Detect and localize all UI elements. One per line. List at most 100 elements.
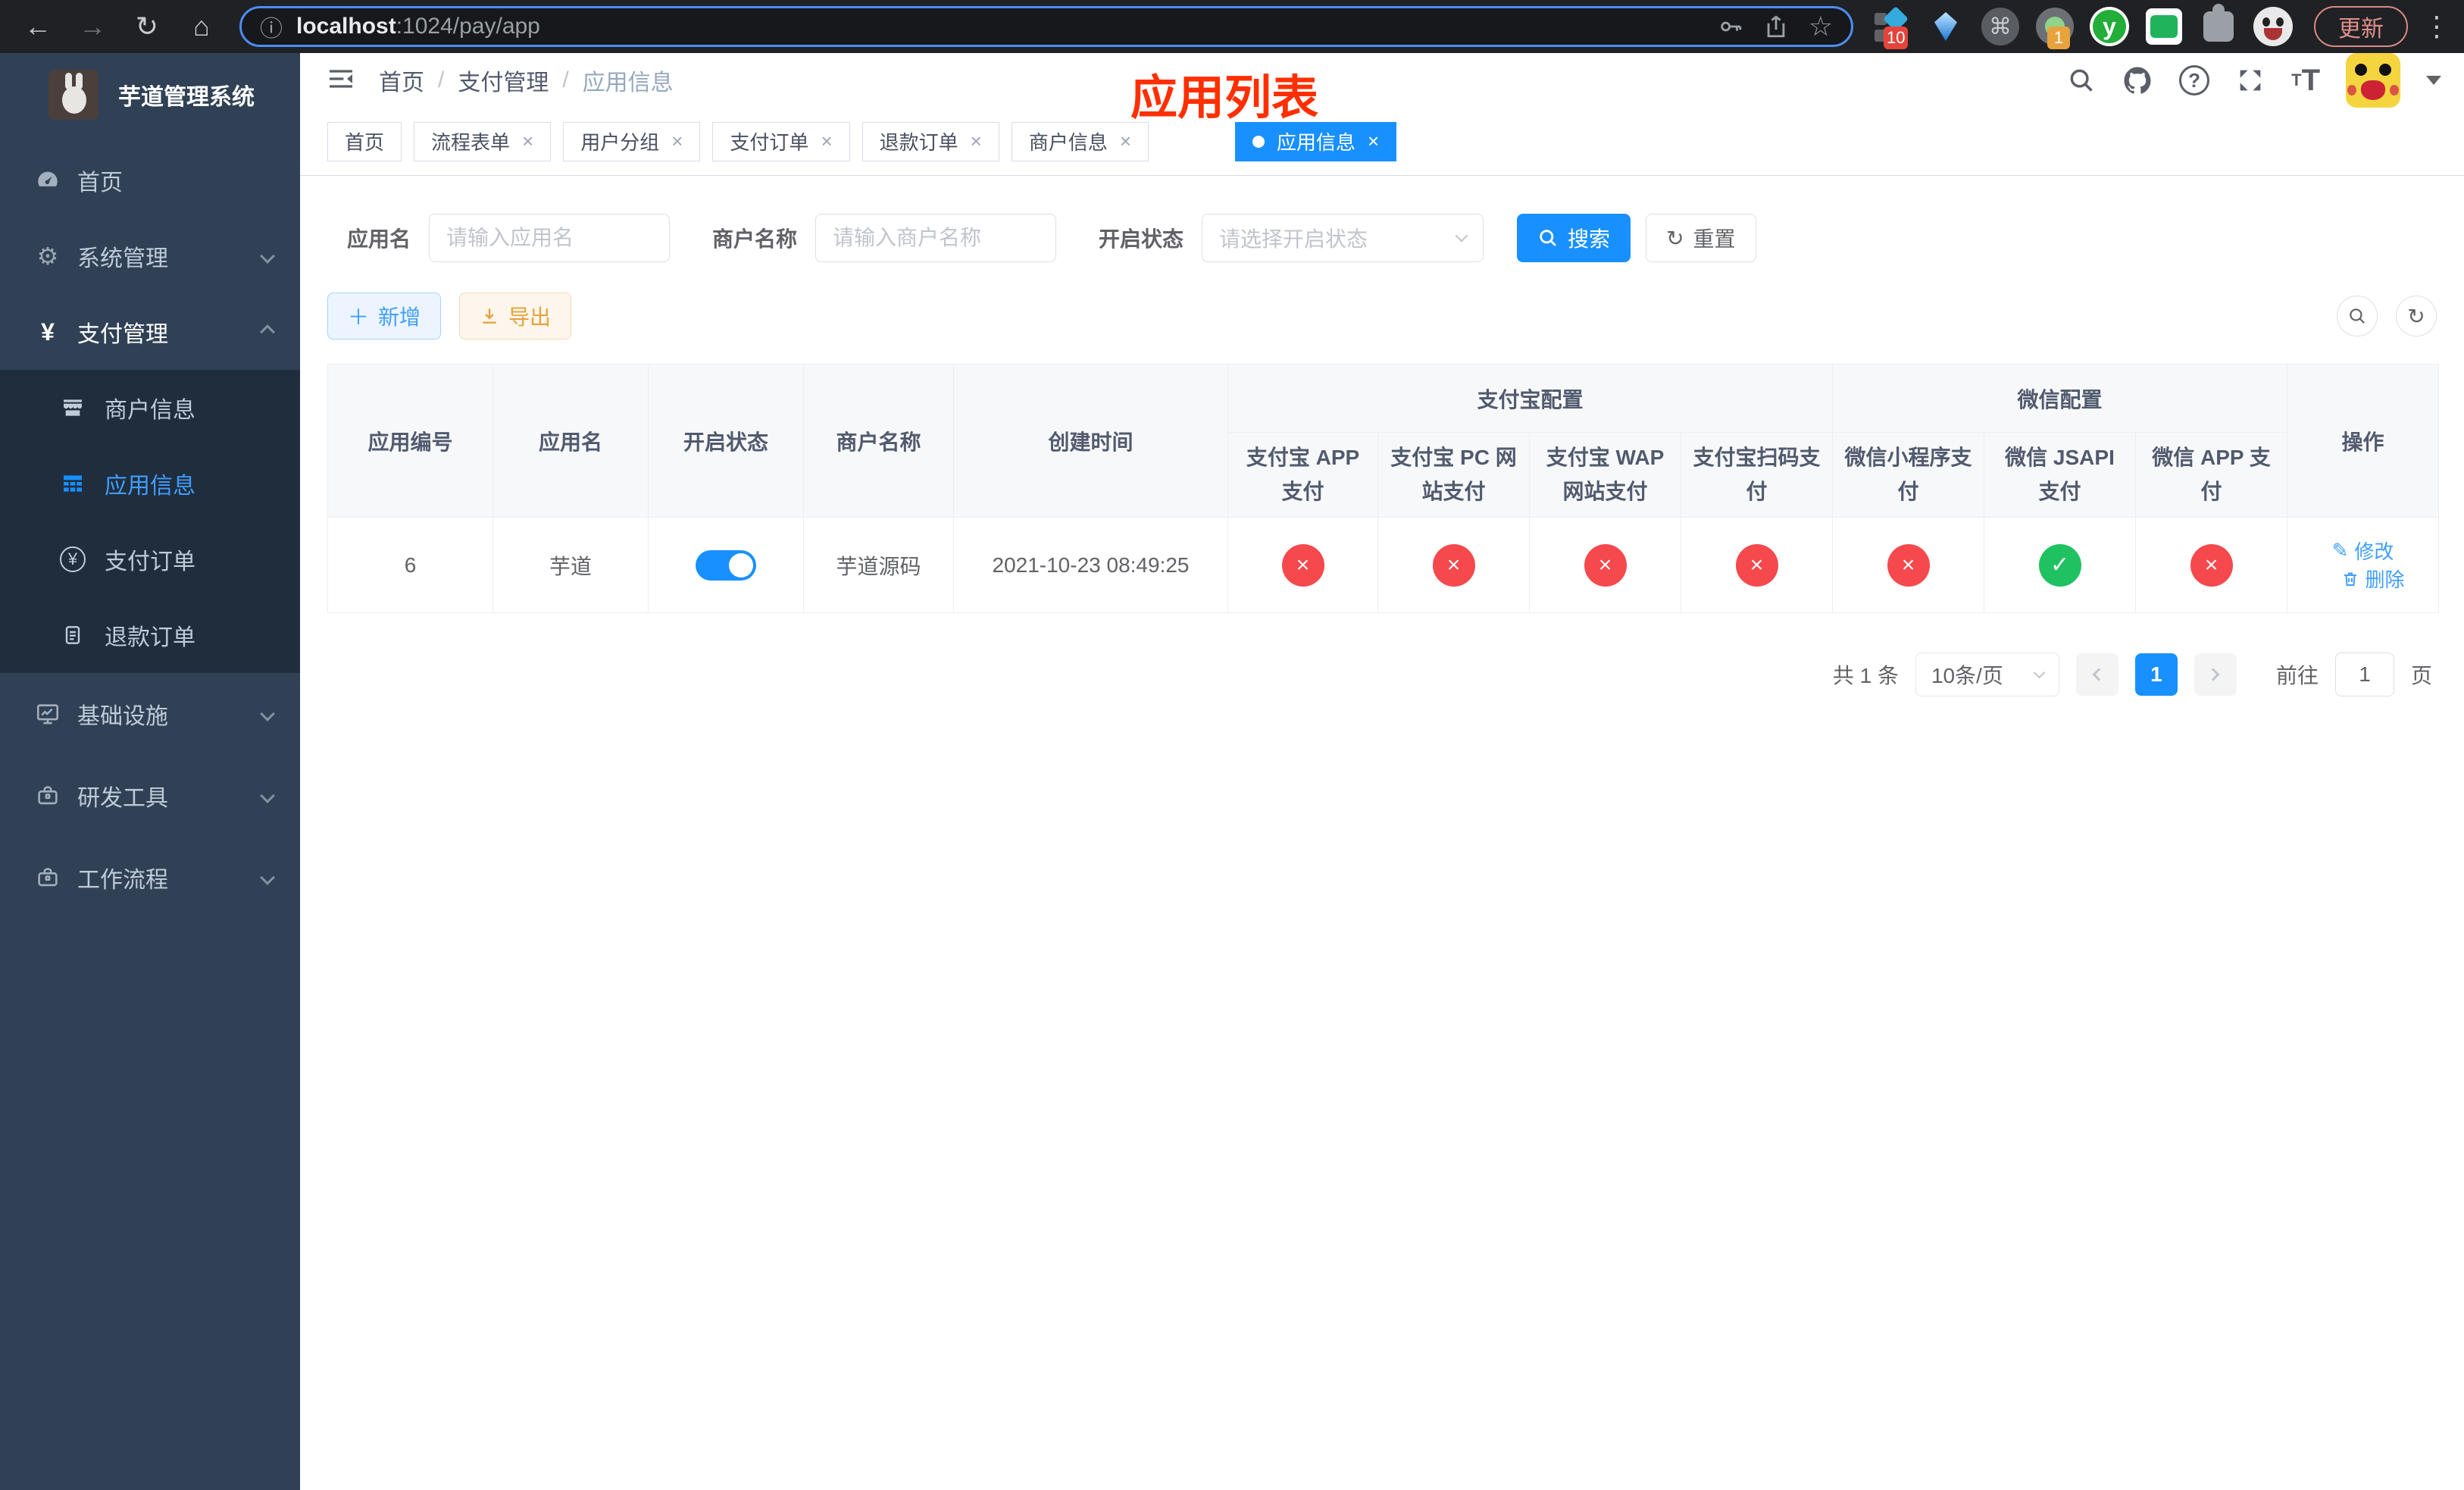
table-toolbar: ＋ 新增 导出 ↻ xyxy=(327,293,2437,340)
extension-badge: 1 xyxy=(2047,27,2070,49)
briefcase-icon xyxy=(33,865,62,891)
export-button[interactable]: 导出 xyxy=(459,293,572,340)
extension-icon[interactable] xyxy=(1925,5,1967,48)
current-page-button[interactable]: 1 xyxy=(2134,653,2178,696)
merchant-name-input[interactable] xyxy=(815,214,1057,262)
font-size-icon[interactable]: TT xyxy=(2291,64,2320,98)
cell-id: 6 xyxy=(327,517,493,613)
col-header-wx-mini: 微信小程序支付 xyxy=(1832,432,1985,518)
close-icon[interactable]: × xyxy=(971,130,982,153)
add-button[interactable]: ＋ 新增 xyxy=(327,293,442,340)
status-select[interactable]: 请选择开启状态 xyxy=(1202,214,1484,262)
close-icon[interactable]: × xyxy=(1120,130,1131,153)
tab-user-group[interactable]: 用户分组 × xyxy=(563,121,701,161)
cell-merchant: 芋道源码 xyxy=(803,517,954,613)
extension-icon[interactable]: ⌘ xyxy=(1979,5,2022,48)
extensions-area: 10 ⌘ 1 y xyxy=(1870,4,2294,49)
sidebar-header: 芋道管理系统 xyxy=(0,53,300,136)
tab-merchant-info[interactable]: 商户信息 × xyxy=(1011,121,1149,161)
show-search-toggle-button[interactable] xyxy=(2337,296,2378,337)
password-key-icon[interactable] xyxy=(1718,14,1743,39)
gear-icon: ⚙ xyxy=(36,243,59,270)
share-icon[interactable] xyxy=(1763,14,1789,39)
col-header-name: 应用名 xyxy=(492,364,649,518)
sidebar-item-pay-order[interactable]: ¥ 支付订单 xyxy=(0,521,300,597)
next-page-button[interactable] xyxy=(2194,653,2237,696)
sidebar: 芋道管理系统 首页 ⚙ 系统管理 ¥ 支付管理 商户信息 应用信息 ¥ 支付订单… xyxy=(0,53,300,1490)
browser-reload-button[interactable]: ↻ xyxy=(120,5,174,48)
refresh-icon: ↻ xyxy=(1666,226,1684,250)
plus-icon: ＋ xyxy=(348,305,370,329)
reset-button[interactable]: ↻ 重置 xyxy=(1646,214,1756,262)
search-button[interactable]: 搜索 xyxy=(1517,214,1631,262)
chevron-down-icon xyxy=(260,706,275,722)
extension-icon[interactable] xyxy=(2143,5,2185,48)
tab-pay-order[interactable]: 支付订单 × xyxy=(712,121,850,161)
page-size-select[interactable]: 10条/页 xyxy=(1915,653,2059,696)
refresh-table-button[interactable]: ↻ xyxy=(2396,296,2437,337)
col-header-ops: 操作 xyxy=(2287,364,2440,518)
user-avatar[interactable] xyxy=(2346,53,2400,108)
close-icon[interactable]: × xyxy=(671,130,683,153)
sidebar-item-infra[interactable]: 基础设施 xyxy=(0,673,300,755)
browser-home-button[interactable]: ⌂ xyxy=(174,5,229,48)
breadcrumb-section[interactable]: 支付管理 xyxy=(458,64,549,97)
total-count: 共 1 条 xyxy=(1832,664,1899,687)
sidebar-item-home[interactable]: 首页 xyxy=(0,142,300,218)
extension-icon[interactable]: y xyxy=(2088,5,2131,48)
help-icon[interactable]: ? xyxy=(2179,65,2210,95)
col-header-wx-jsapi: 微信 JSAPI 支付 xyxy=(1984,432,2137,518)
tab-process-form[interactable]: 流程表单 × xyxy=(414,121,552,161)
cell-name: 芋道 xyxy=(492,517,649,613)
github-icon[interactable] xyxy=(2122,64,2153,96)
extension-icon[interactable]: 10 xyxy=(1870,5,1912,49)
tab-refund-order[interactable]: 退款订单 × xyxy=(861,121,999,161)
close-icon[interactable]: × xyxy=(1368,130,1379,153)
sidebar-item-merchant-info[interactable]: 商户信息 xyxy=(0,370,300,446)
url-text: localhost:1024/pay/app xyxy=(296,14,540,39)
col-header-alipay-pc: 支付宝 PC 网站支付 xyxy=(1377,432,1530,518)
sidebar-item-system[interactable]: ⚙ 系统管理 xyxy=(0,218,300,294)
extension-puzzle-icon[interactable] xyxy=(2197,4,2240,48)
page-annotation-title: 应用列表 xyxy=(1130,72,1319,124)
status-toggle[interactable] xyxy=(696,549,756,581)
sidebar-item-app-info[interactable]: 应用信息 xyxy=(0,446,300,521)
tab-app-info[interactable]: 应用信息 × xyxy=(1235,121,1397,161)
briefcase-icon xyxy=(33,783,62,809)
channel-status-icon: × xyxy=(1281,543,1324,587)
app-name-input[interactable] xyxy=(429,214,671,262)
search-icon xyxy=(1540,230,1556,246)
url-bar[interactable]: ⓘ localhost:1024/pay/app ☆ xyxy=(239,6,1853,47)
browser-back-button[interactable]: ← xyxy=(11,5,65,48)
site-info-icon[interactable]: ⓘ xyxy=(260,10,283,43)
browser-update-button[interactable]: 更新 xyxy=(2314,6,2408,47)
payment-submenu: 商户信息 应用信息 ¥ 支付订单 退款订单 xyxy=(0,370,300,673)
bookmark-star-icon[interactable]: ☆ xyxy=(1809,11,1833,42)
goto-page-input[interactable] xyxy=(2334,653,2394,696)
status-label: 开启状态 xyxy=(1099,227,1184,251)
download-icon xyxy=(483,308,496,324)
browser-menu-icon[interactable]: ⋮ xyxy=(2423,11,2450,42)
fullscreen-icon[interactable] xyxy=(2235,65,2265,95)
tab-bar: 首页 流程表单 × 用户分组 × 支付订单 × 退款订单 × 商户信息 × 应用信息 × xyxy=(300,108,2464,176)
channel-status-icon: × xyxy=(1887,543,1930,587)
prev-page-button[interactable] xyxy=(2075,653,2118,696)
close-icon[interactable]: × xyxy=(821,130,832,153)
sidebar-item-dev-tools[interactable]: 研发工具 xyxy=(0,755,300,837)
edit-link[interactable]: ✎ 修改 xyxy=(2332,537,2394,565)
user-menu-caret-icon[interactable] xyxy=(2426,76,2441,85)
delete-link[interactable]: 删除 xyxy=(2341,565,2405,593)
page-unit-label: 页 xyxy=(2410,664,2432,687)
breadcrumb-home[interactable]: 首页 xyxy=(379,64,424,97)
sidebar-item-payment[interactable]: ¥ 支付管理 xyxy=(0,294,300,370)
sidebar-collapse-icon[interactable] xyxy=(326,64,356,98)
chevron-right-icon xyxy=(2206,668,2220,681)
browser-forward-button[interactable]: → xyxy=(65,5,120,48)
profile-emoji-icon[interactable] xyxy=(2252,5,2294,48)
search-icon[interactable] xyxy=(2067,66,2096,95)
sidebar-item-workflow[interactable]: 工作流程 xyxy=(0,837,300,919)
extension-icon[interactable]: 1 xyxy=(2034,5,2076,49)
close-icon[interactable]: × xyxy=(522,130,533,153)
tab-home[interactable]: 首页 xyxy=(327,121,402,161)
sidebar-item-refund-order[interactable]: 退款订单 xyxy=(0,597,300,673)
